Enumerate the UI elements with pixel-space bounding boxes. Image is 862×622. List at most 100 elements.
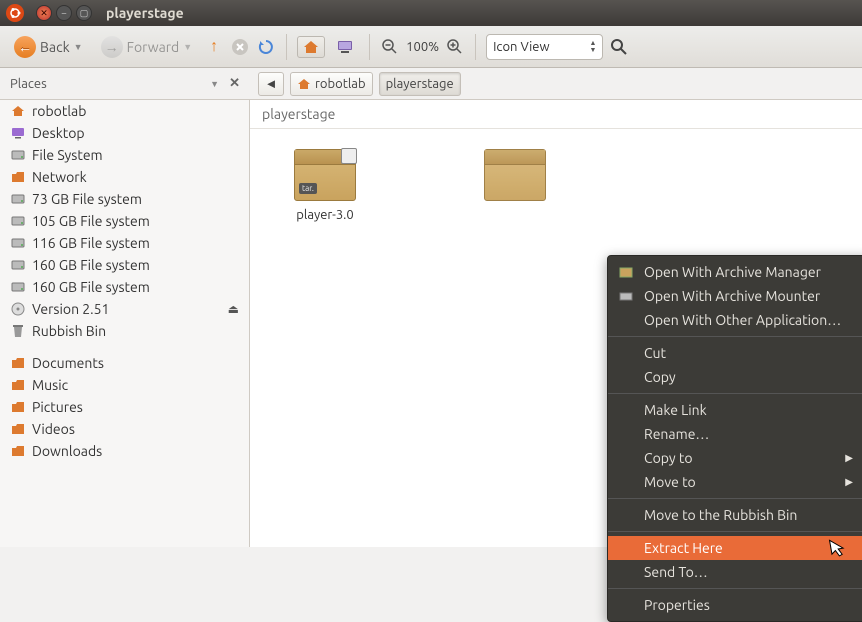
path-bar: ◄ robotlab playerstage — [250, 72, 461, 96]
sidebar-item[interactable]: 73 GB File system — [0, 188, 249, 210]
menu-item-label: Properties — [644, 597, 710, 613]
back-button[interactable]: ← Back ▼ — [8, 33, 89, 61]
back-history-dropdown[interactable]: ▼ — [74, 42, 83, 52]
menu-item[interactable]: Make Link — [608, 398, 862, 422]
eject-icon[interactable]: ⏏ — [228, 302, 239, 316]
forward-label: Forward — [127, 39, 180, 55]
sidebar-item[interactable]: 105 GB File system — [0, 210, 249, 232]
places-menu-dropdown[interactable]: ▼ — [210, 79, 219, 89]
window-minimize-button[interactable]: – — [56, 5, 72, 21]
home-icon — [10, 103, 26, 119]
zoom-out-button[interactable] — [380, 37, 400, 57]
view-mode-selector[interactable]: Icon View ▲▼ — [486, 34, 603, 60]
window-maximize-button[interactable]: ▢ — [76, 5, 92, 21]
sidebar-item[interactable]: File System — [0, 144, 249, 166]
folder-icon — [10, 443, 26, 459]
sidebar-item-label: 160 GB File system — [32, 257, 150, 273]
sidebar-item[interactable]: Version 2.51 ⏏ — [0, 298, 249, 320]
menu-item[interactable]: Copy — [608, 365, 862, 389]
file-item[interactable]: tar. player-3.0 — [270, 149, 380, 223]
disk-icon — [10, 191, 26, 207]
sidebar-item-label: File System — [32, 147, 103, 163]
stop-button[interactable] — [230, 37, 250, 57]
sidebar-item-label: Pictures — [32, 399, 83, 415]
sidebar-item[interactable]: Music — [0, 374, 249, 396]
menu-item-label: Move to the Rubbish Bin — [644, 507, 797, 523]
mount-icon — [618, 288, 634, 304]
up-button[interactable]: ↑ — [204, 37, 224, 57]
window-close-button[interactable]: ✕ — [36, 5, 52, 21]
cd-icon — [10, 301, 26, 317]
menu-item[interactable]: Properties — [608, 593, 862, 617]
sidebar-item[interactable]: robotlab — [0, 100, 249, 122]
icon-view[interactable]: tar. player-3.0 — [250, 129, 862, 243]
toolbar: ← Back ▼ → Forward ▼ ↑ 100% Icon View ▲▼ — [0, 26, 862, 68]
archive-corner-icon — [341, 148, 357, 164]
sidebar-item-label: 73 GB File system — [32, 191, 142, 207]
sidebar-item[interactable]: 160 GB File system — [0, 254, 249, 276]
places-label: Places — [10, 77, 47, 91]
breadcrumb-label: robotlab — [315, 77, 366, 91]
menu-separator — [608, 498, 862, 499]
menu-item[interactable]: Open With Archive Manager — [608, 260, 862, 284]
menu-item[interactable]: Send To… — [608, 560, 862, 584]
menu-item[interactable]: Copy to▶ — [608, 446, 862, 470]
main-area: robotlab Desktop File System Network 73 GB F… — [0, 100, 862, 547]
places-close-button[interactable]: ✕ — [229, 76, 240, 91]
forward-history-dropdown[interactable]: ▼ — [183, 42, 192, 52]
sidebar-item-label: Version 2.51 — [32, 301, 109, 317]
menu-item[interactable]: Rename… — [608, 422, 862, 446]
path-back-button[interactable]: ◄ — [258, 72, 284, 96]
sidebar-item-label: robotlab — [32, 103, 86, 119]
menu-item[interactable]: Cut — [608, 341, 862, 365]
ubuntu-logo-icon — [6, 4, 24, 22]
submenu-arrow-icon: ▶ — [845, 452, 853, 464]
home-button[interactable] — [297, 36, 325, 58]
reload-button[interactable] — [256, 37, 276, 57]
folder-icon — [10, 421, 26, 437]
menu-item-label: Make Link — [644, 402, 707, 418]
menu-item-label: Copy — [644, 369, 676, 385]
file-item[interactable] — [460, 149, 570, 223]
row2: Places ▼ ✕ ◄ robotlab playerstage — [0, 68, 862, 100]
menu-separator — [608, 393, 862, 394]
breadcrumb-segment-playerstage[interactable]: playerstage — [379, 72, 461, 96]
menu-item[interactable]: Open With Other Application… — [608, 308, 862, 332]
forward-arrow-icon: → — [101, 36, 123, 58]
menu-item-label: Move to — [644, 474, 696, 490]
sidebar-item-label: Downloads — [32, 443, 102, 459]
folder-icon — [10, 169, 26, 185]
content-pane[interactable]: playerstage tar. player-3.0 Open With Ar… — [250, 100, 862, 547]
sidebar-item[interactable]: Downloads — [0, 440, 249, 462]
sidebar-item[interactable]: Pictures — [0, 396, 249, 418]
window-title: playerstage — [106, 5, 184, 21]
computer-button[interactable] — [331, 36, 359, 58]
toolbar-separator — [475, 34, 476, 60]
sidebar-item[interactable]: 160 GB File system — [0, 276, 249, 298]
breadcrumb-segment-robotlab[interactable]: robotlab — [290, 72, 373, 96]
menu-item-label: Extract Here — [644, 540, 723, 556]
search-button[interactable] — [609, 37, 629, 57]
disk-icon — [10, 147, 26, 163]
package-icon — [618, 264, 634, 280]
menu-item[interactable]: Extract Here — [608, 536, 862, 560]
menu-item-label: Open With Archive Mounter — [644, 288, 820, 304]
menu-item[interactable]: Move to the Rubbish Bin — [608, 503, 862, 527]
forward-button[interactable]: → Forward ▼ — [95, 33, 199, 61]
menu-item[interactable]: Open With Archive Mounter — [608, 284, 862, 308]
menu-item-label: Open With Archive Manager — [644, 264, 821, 280]
zoom-level: 100% — [406, 40, 439, 54]
sidebar-item[interactable]: Videos — [0, 418, 249, 440]
view-mode-label: Icon View — [493, 40, 549, 54]
menu-item-label: Open With Other Application… — [644, 312, 841, 328]
sidebar-item[interactable]: Documents — [0, 352, 249, 374]
sidebar-item[interactable]: 116 GB File system — [0, 232, 249, 254]
archive-icon — [484, 149, 546, 201]
sidebar-item[interactable]: Desktop — [0, 122, 249, 144]
menu-item[interactable]: Move to▶ — [608, 470, 862, 494]
menu-item-label: Rename… — [644, 426, 709, 442]
zoom-in-button[interactable] — [445, 37, 465, 57]
sidebar-item[interactable]: Network — [0, 166, 249, 188]
trash-icon — [10, 323, 26, 339]
sidebar-item[interactable]: Rubbish Bin — [0, 320, 249, 342]
